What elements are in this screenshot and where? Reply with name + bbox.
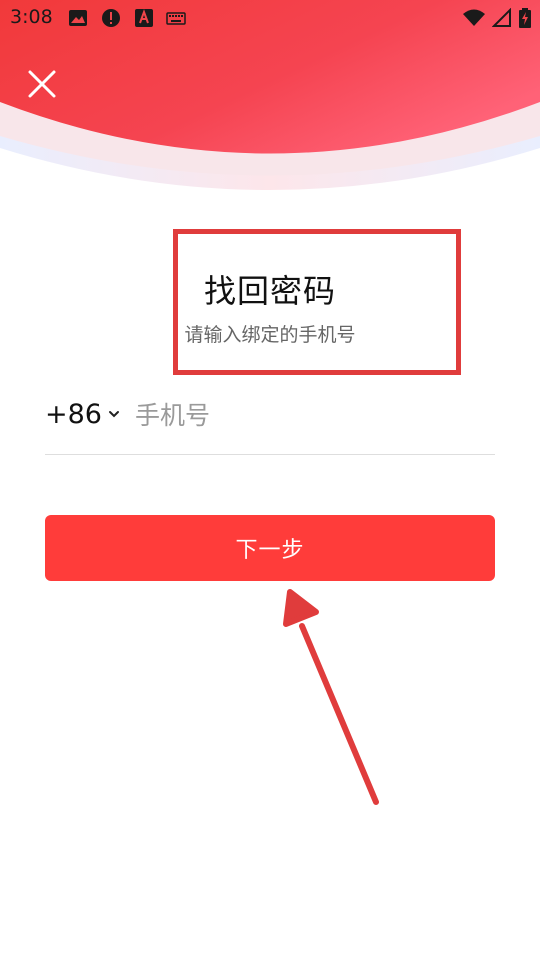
- battery-charging-icon: [519, 8, 531, 28]
- status-time: 3:08: [10, 6, 53, 28]
- page-subtitle: 请输入绑定的手机号: [184, 324, 356, 346]
- close-icon: [28, 70, 56, 98]
- app-a-icon: [135, 9, 153, 27]
- phone-input-row: +86: [45, 384, 497, 455]
- page-title: 找回密码: [203, 272, 336, 310]
- signal-icon: [492, 8, 511, 27]
- country-code-label: +86: [45, 398, 102, 430]
- status-bar: 3:08: [0, 0, 540, 36]
- close-button[interactable]: [24, 66, 60, 102]
- phone-number-input[interactable]: [133, 394, 497, 436]
- wifi-icon: [463, 9, 485, 26]
- image-icon: [69, 10, 87, 26]
- keyboard-icon: [166, 12, 186, 25]
- alert-icon: [102, 9, 120, 27]
- country-code-selector[interactable]: +86: [45, 394, 120, 434]
- next-step-button[interactable]: 下一步: [45, 515, 495, 581]
- chevron-down-icon: [108, 411, 119, 418]
